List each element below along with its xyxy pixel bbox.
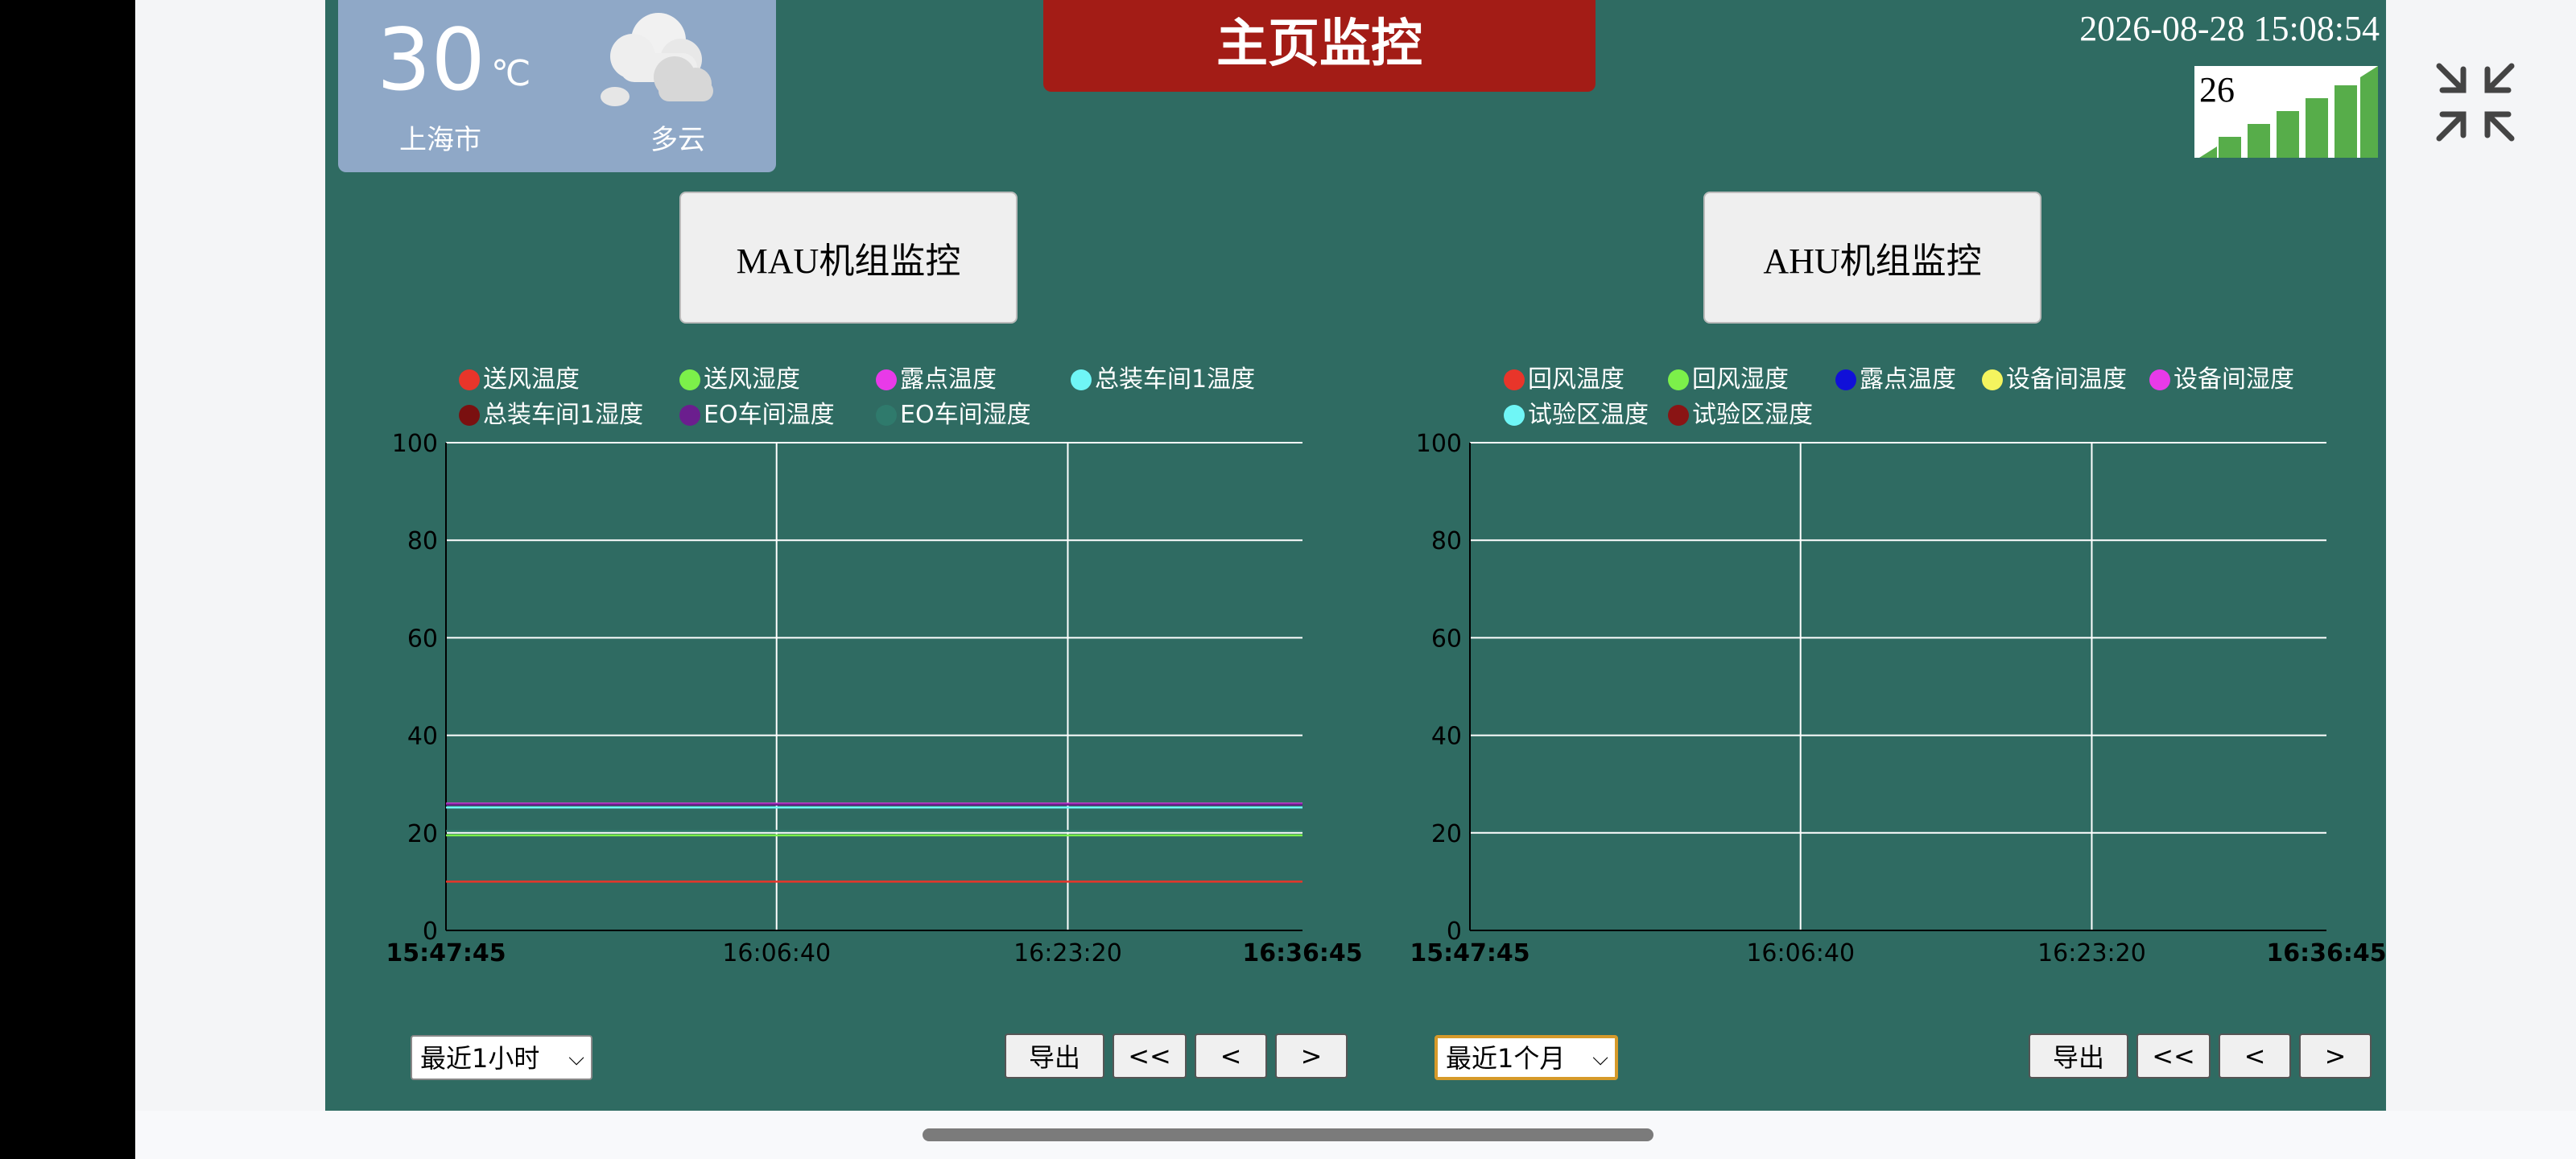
ahu-first-page-button[interactable]: << <box>2136 1033 2211 1079</box>
x-tick-label: 15:47:45 <box>1410 939 1530 967</box>
y-tick-label: 100 <box>1416 430 1462 458</box>
legend-item[interactable]: 送风温度 <box>459 365 580 394</box>
y-tick-label: 80 <box>1431 527 1462 555</box>
legend-dot <box>1071 369 1092 390</box>
left-black-bar <box>0 0 135 1159</box>
ahu-monitor-button[interactable]: AHU机组监控 <box>1703 192 2041 324</box>
weather-city: 上海市 <box>399 124 481 156</box>
ahu-range-value: 最近1个月 <box>1446 1043 1566 1074</box>
legend-label: 总装车间1湿度 <box>483 401 644 429</box>
mau-trend-chart: 02040608010015:47:45 16:06:40 16:23:20 16:3… <box>386 430 1362 967</box>
y-tick-label: 60 <box>1431 625 1462 653</box>
x-tick-label: 16:23:20 <box>2037 939 2146 967</box>
ahu-range-select[interactable]: 最近1个月 ⌵ <box>1435 1035 1618 1080</box>
mau-prev-page-button[interactable]: < <box>1195 1033 1267 1079</box>
signal-indicator: 26 <box>2194 66 2378 158</box>
legend-label: 试验区湿度 <box>1692 401 1813 429</box>
mau-next-page-button[interactable]: > <box>1275 1033 1348 1079</box>
x-tick-label: 16:36:45 <box>2266 939 2386 967</box>
legend-item[interactable]: 回风湿度 <box>1668 365 1789 394</box>
legend-item[interactable]: 总装车间1温度 <box>1071 365 1255 394</box>
legend-label: 总装车间1温度 <box>1095 365 1256 394</box>
mau-monitor-button[interactable]: MAU机组监控 <box>679 192 1018 324</box>
legend-item[interactable]: 露点温度 <box>876 365 997 394</box>
legend-dot <box>679 405 700 426</box>
signal-value: 26 <box>2199 70 2235 109</box>
cloud-icon <box>601 13 713 106</box>
ahu-prev-page-button[interactable]: < <box>2219 1033 2291 1079</box>
y-tick-label: 20 <box>1431 820 1462 848</box>
ahu-export-button[interactable]: 导出 <box>2029 1033 2128 1079</box>
legend-dot <box>2149 369 2170 390</box>
mau-range-value: 最近1小时 <box>420 1043 540 1074</box>
mau-first-page-button[interactable]: << <box>1113 1033 1187 1079</box>
chevron-down-icon: ⌵ <box>1592 1046 1608 1070</box>
legend-dot <box>1504 369 1525 390</box>
legend-label: 送风湿度 <box>704 365 800 394</box>
x-tick-label: 16:36:45 <box>1242 939 1362 967</box>
legend-dot <box>1982 369 2003 390</box>
legend-dot <box>459 405 480 426</box>
legend-dot <box>1668 369 1689 390</box>
x-tick-label: 16:06:40 <box>722 939 831 967</box>
legend-item[interactable]: 送风湿度 <box>679 365 800 394</box>
legend-item[interactable]: 回风温度 <box>1504 365 1624 394</box>
legend-item[interactable]: 总装车间1湿度 <box>459 401 643 430</box>
weather-widget: 30 ℃ 上海市 多云 <box>338 0 776 172</box>
legend-dot <box>1835 369 1856 390</box>
y-tick-label: 40 <box>1431 723 1462 751</box>
collapse-icon[interactable] <box>2431 58 2520 146</box>
legend-dot <box>1504 405 1525 426</box>
ahu-next-page-button[interactable]: > <box>2299 1033 2372 1079</box>
legend-item[interactable]: 露点温度 <box>1835 365 1956 394</box>
legend-item[interactable]: 试验区温度 <box>1504 401 1649 430</box>
y-tick-label: 100 <box>392 430 438 458</box>
x-tick-label: 16:06:40 <box>1746 939 1855 967</box>
legend-label: 设备间温度 <box>2006 365 2127 394</box>
legend-label: 试验区温度 <box>1528 401 1649 429</box>
legend-label: EO车间温度 <box>704 401 835 429</box>
datetime: 2026-08-28 15:08:54 <box>2079 9 2380 48</box>
mau-export-button[interactable]: 导出 <box>1005 1033 1104 1079</box>
y-tick-label: 20 <box>407 820 438 848</box>
page-title: 主页监控 <box>1043 0 1596 92</box>
weather-condition: 多云 <box>650 124 705 156</box>
legend-item[interactable]: 设备间温度 <box>1982 365 2127 394</box>
legend-dot <box>876 369 897 390</box>
mau-range-select[interactable]: 最近1小时 ⌵ <box>411 1035 592 1080</box>
x-tick-label: 15:47:45 <box>386 939 506 967</box>
ahu-trend-chart: 02040608010015:47:45 16:06:40 16:23:20 16:3… <box>1410 430 2386 967</box>
legend-dot <box>679 369 700 390</box>
y-tick-label: 40 <box>407 723 438 751</box>
x-tick-label: 16:23:20 <box>1013 939 1122 967</box>
legend-item[interactable]: EO车间温度 <box>679 401 835 430</box>
legend-dot <box>876 405 897 426</box>
legend-label: 设备间湿度 <box>2174 365 2294 394</box>
legend-item[interactable]: EO车间湿度 <box>876 401 1031 430</box>
y-tick-label: 60 <box>407 625 438 653</box>
monitor-panel: 30 ℃ 上海市 多云 主页监控 2026-08-28 15:08:54 26 … <box>325 0 2387 1111</box>
chevron-down-icon: ⌵ <box>568 1046 584 1070</box>
legend-label: 送风温度 <box>483 365 580 394</box>
legend-label: 回风温度 <box>1528 365 1624 394</box>
home-indicator[interactable] <box>923 1128 1653 1141</box>
y-tick-label: 80 <box>407 527 438 555</box>
legend-label: 露点温度 <box>900 365 997 394</box>
legend-item[interactable]: 试验区湿度 <box>1668 401 1813 430</box>
legend-dot <box>459 369 480 390</box>
weather-temperature: 30 <box>377 10 485 109</box>
legend-label: 露点温度 <box>1860 365 1956 394</box>
legend-dot <box>1668 405 1689 426</box>
legend-label: 回风湿度 <box>1692 365 1789 394</box>
legend-label: EO车间湿度 <box>900 401 1031 429</box>
weather-unit: ℃ <box>491 53 531 94</box>
legend-item[interactable]: 设备间湿度 <box>2149 365 2294 394</box>
